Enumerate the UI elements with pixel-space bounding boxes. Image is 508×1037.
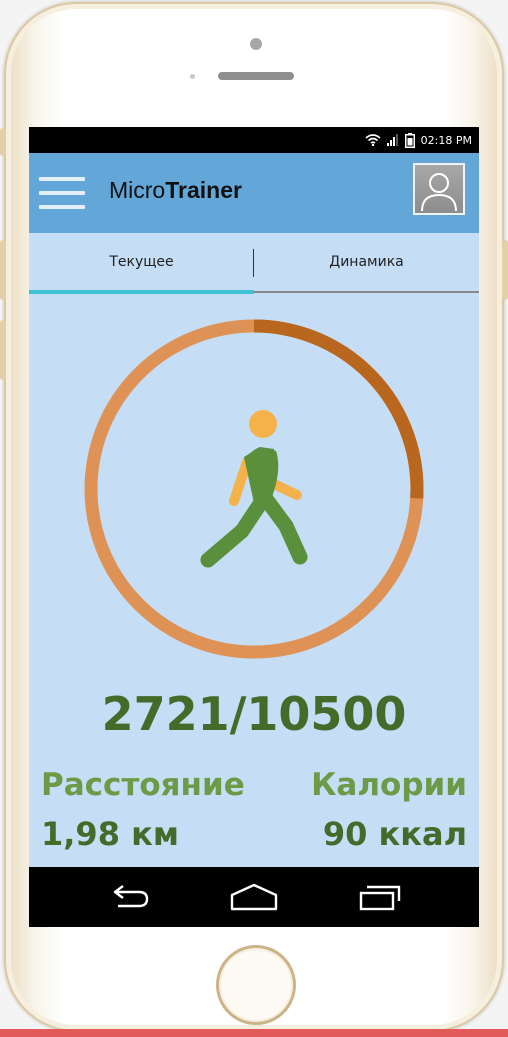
recent-apps-button[interactable] [351, 879, 411, 915]
tab-active-indicator [29, 290, 254, 294]
volume-down-button [0, 320, 6, 380]
app-title-light: Micro [109, 177, 166, 203]
front-camera [250, 38, 262, 50]
step-counter: 2721/10500 [101, 687, 407, 741]
home-button[interactable] [224, 879, 284, 915]
calories-label: Калории [311, 767, 467, 803]
user-avatar-button[interactable] [413, 163, 465, 215]
proximity-sensor [190, 74, 195, 79]
back-button[interactable] [99, 879, 159, 915]
status-bar: 02:18 PM [29, 127, 479, 153]
back-arrow-icon [113, 885, 149, 908]
app-title: MicroTrainer [109, 177, 242, 204]
signal-icon [386, 134, 398, 146]
home-hardware-button[interactable] [216, 945, 296, 1025]
app-bar: MicroTrainer [29, 153, 479, 233]
earpiece-speaker [218, 72, 294, 80]
distance-label: Расстояние [41, 767, 245, 803]
battery-icon [404, 132, 415, 148]
user-avatar-icon [421, 173, 457, 212]
hamburger-menu-button[interactable] [39, 175, 85, 211]
volume-up-button [0, 240, 6, 300]
hamburger-icon [39, 177, 85, 181]
status-time: 02:18 PM [420, 133, 472, 147]
android-nav-bar [29, 867, 479, 927]
calories-value: 90 ккал [322, 815, 467, 853]
app-screen: 02:18 PM MicroTrainer Текущее Динамика 2… [29, 127, 479, 927]
distance-value: 1,98 км [41, 815, 179, 853]
walking-person-icon [200, 410, 308, 568]
tab-bar: Текущее Динамика [29, 233, 479, 294]
mute-switch [0, 128, 6, 156]
bottom-accent-strip [0, 1029, 508, 1037]
app-title-bold: Trainer [165, 177, 242, 203]
tab-dynamics[interactable]: Динамика [254, 233, 479, 291]
step-progress-ring [84, 319, 424, 659]
power-button [502, 240, 508, 300]
recent-apps-icon [359, 885, 401, 911]
tab-current[interactable]: Текущее [29, 233, 254, 291]
home-icon [230, 883, 278, 911]
wifi-icon [365, 134, 381, 146]
